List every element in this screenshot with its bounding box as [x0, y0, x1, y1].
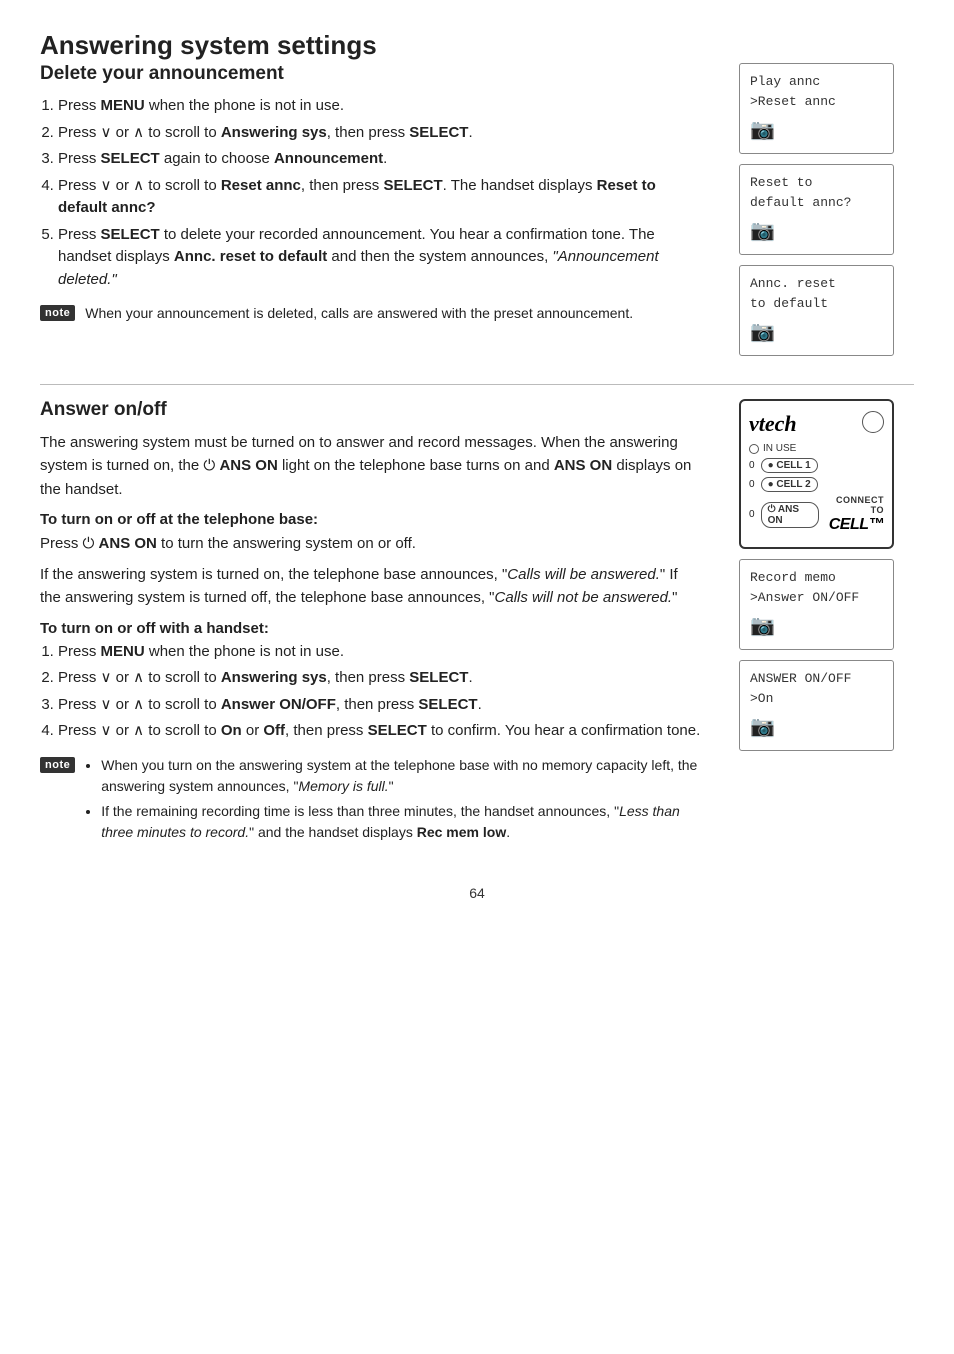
- connect-to-label: CONNECT TO: [827, 496, 884, 516]
- s2-step-1: Press MENU when the phone is not in use.: [58, 641, 701, 664]
- subsection1-text1: Press ⏻ ANS ON to turn the answering sys…: [40, 532, 701, 555]
- indicator-cell2: 0 ● CELL 2: [749, 477, 884, 492]
- step-4: Press ∨ or ∧ to scroll to Reset annc, th…: [58, 175, 701, 220]
- lcd-1-text: Play annc>Reset annc: [750, 72, 883, 111]
- s2-step-4: Press ∨ or ∧ to scroll to On or Off, the…: [58, 720, 701, 743]
- section2-intro: The answering system must be turned on t…: [40, 431, 701, 501]
- lcd-2-icon: 📷: [750, 218, 883, 244]
- step-3: Press SELECT again to choose Announcemen…: [58, 148, 701, 171]
- page-title: Answering system settings: [40, 30, 914, 61]
- section1-steps: Press MENU when the phone is not in use.…: [58, 95, 701, 291]
- section-divider: [40, 384, 914, 385]
- lcd-2-text: Reset todefault annc?: [750, 173, 883, 212]
- lcd-5-icon: 📷: [750, 714, 883, 740]
- ans-zero: 0: [749, 509, 755, 520]
- lcd-5-text: ANSWER ON/OFF>On: [750, 669, 883, 708]
- lcd-4-text: Record memo>Answer ON/OFF: [750, 568, 883, 607]
- note-label-2: note: [40, 757, 75, 773]
- lcd-3-text: Annc. resetto default: [750, 274, 883, 313]
- phone-circle-indicator: [862, 411, 884, 433]
- subsection1-text2: If the answering system is turned on, th…: [40, 563, 701, 610]
- lcd-1-icon: 📷: [750, 117, 883, 143]
- s2-step-3: Press ∨ or ∧ to scroll to Answer ON/OFF,…: [58, 694, 701, 717]
- section1-lcd-panels: Play annc>Reset annc 📷 Reset todefault a…: [719, 63, 914, 366]
- cell-logo: CELL™: [827, 516, 884, 534]
- s2-step-2: Press ∨ or ∧ to scroll to Answering sys,…: [58, 667, 701, 690]
- step-2: Press ∨ or ∧ to scroll to Answering sys,…: [58, 122, 701, 145]
- section2-steps: Press MENU when the phone is not in use.…: [58, 641, 701, 743]
- lcd-4-icon: 📷: [750, 613, 883, 639]
- page-number: 64: [40, 885, 914, 901]
- lcd-screen-1: Play annc>Reset annc 📷: [739, 63, 894, 154]
- note-label-1: note: [40, 305, 75, 321]
- lcd-screen-5: ANSWER ON/OFF>On 📷: [739, 660, 894, 751]
- subsection1-title: To turn on or off at the telephone base:: [40, 511, 701, 528]
- note-text-1: When your announcement is deleted, calls…: [85, 303, 633, 324]
- cell2-zero: 0: [749, 479, 755, 490]
- note-box-2: note When you turn on the answering syst…: [40, 755, 701, 847]
- in-use-label: IN USE: [763, 443, 884, 454]
- ans-on-oval: ⏻ ANS ON: [761, 502, 819, 528]
- note-box-1: note When your announcement is deleted, …: [40, 303, 701, 324]
- indicator-in-use: IN USE: [749, 443, 884, 454]
- lcd-screen-4: Record memo>Answer ON/OFF 📷: [739, 559, 894, 650]
- step-1: Press MENU when the phone is not in use.: [58, 95, 701, 118]
- phone-base-illustration: vtech IN USE 0 ● CELL 1 0 ● CELL 2 0 ⏻ A…: [739, 399, 894, 549]
- section2-title: Answer on/off: [40, 399, 701, 421]
- in-use-dot: [749, 444, 759, 454]
- section2-right-col: vtech IN USE 0 ● CELL 1 0 ● CELL 2 0 ⏻ A…: [719, 399, 914, 865]
- section1-title: Delete your announcement: [40, 63, 701, 85]
- indicator-cell1: 0 ● CELL 1: [749, 458, 884, 473]
- cell2-oval: ● CELL 2: [761, 477, 818, 492]
- note-text-2: When you turn on the answering system at…: [85, 755, 701, 847]
- cell1-zero: 0: [749, 460, 755, 471]
- lcd-screen-2: Reset todefault annc? 📷: [739, 164, 894, 255]
- indicator-ans-on: 0 ⏻ ANS ON CONNECT TO CELL™: [749, 496, 884, 533]
- lcd-screen-3: Annc. resetto default 📷: [739, 265, 894, 356]
- lcd-3-icon: 📷: [750, 319, 883, 345]
- cell1-oval: ● CELL 1: [761, 458, 818, 473]
- phone-brand-logo: vtech: [749, 411, 797, 437]
- step-5: Press SELECT to delete your recorded ann…: [58, 224, 701, 292]
- subsection2-title: To turn on or off with a handset:: [40, 620, 701, 637]
